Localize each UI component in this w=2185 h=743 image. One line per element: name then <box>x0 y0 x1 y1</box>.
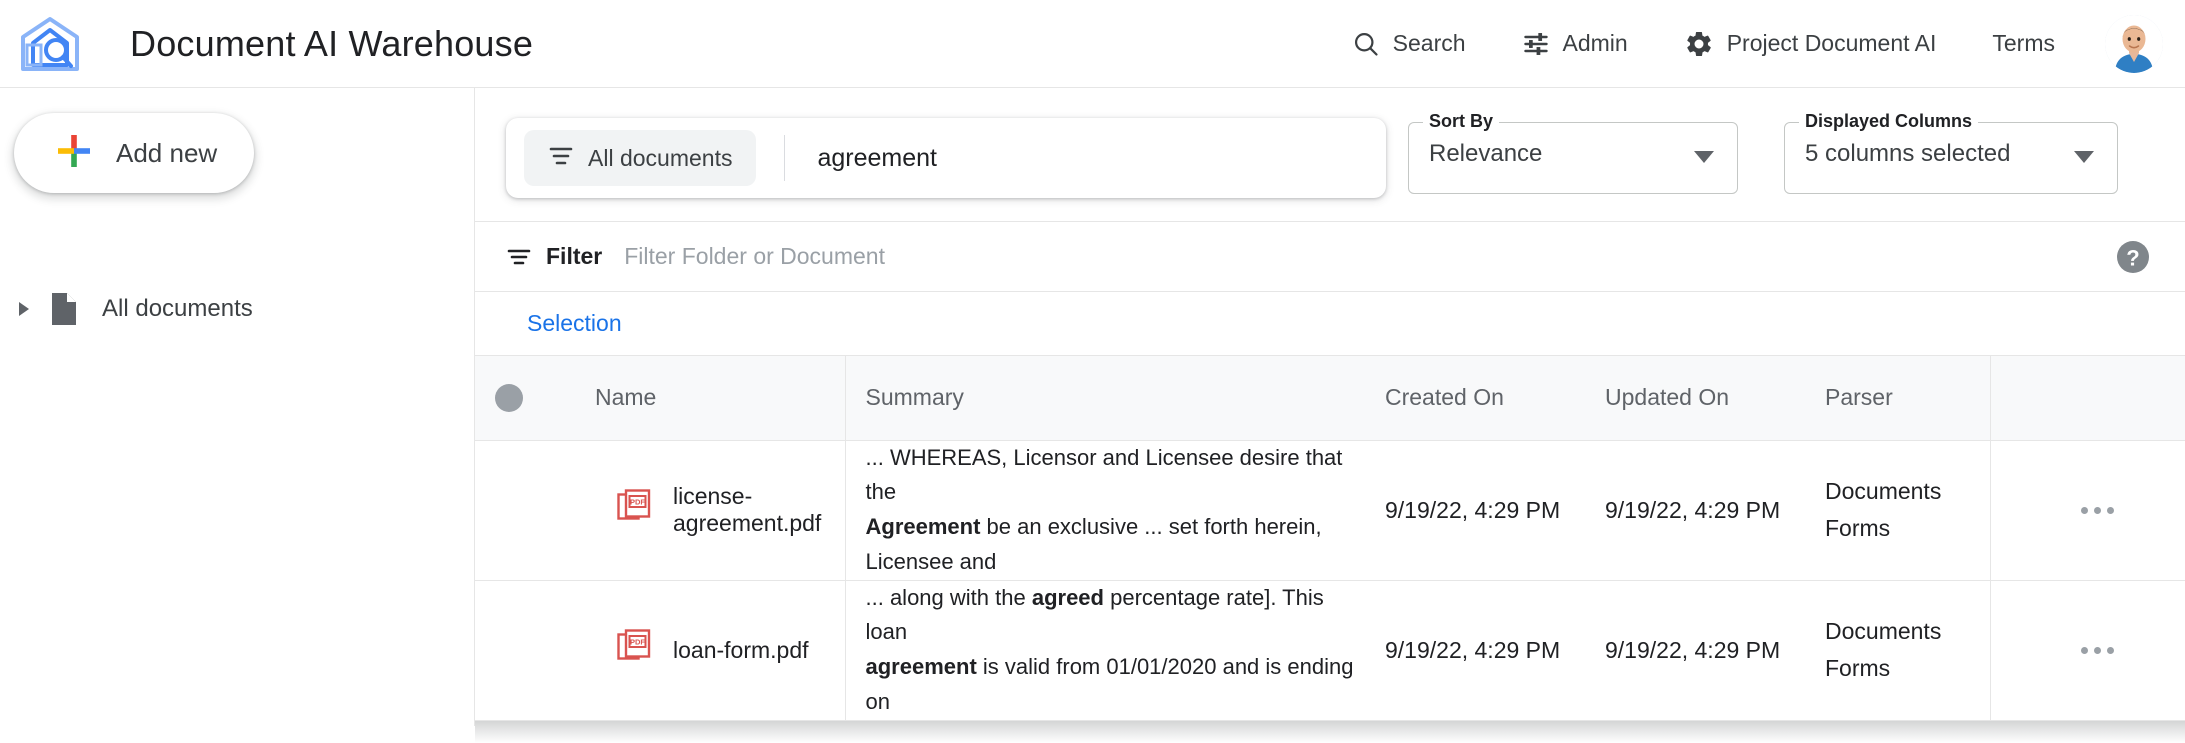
row-parser-cell: Documents Forms <box>1805 440 1990 580</box>
document-icon <box>50 292 78 326</box>
avatar[interactable] <box>2105 15 2163 73</box>
more-options-icon[interactable] <box>2011 507 2185 514</box>
row-parser-line-1: Documents <box>1825 613 1990 650</box>
sidebar-item-all-documents[interactable]: All documents <box>0 286 475 332</box>
row-summary-highlight-2: agreement <box>866 654 977 679</box>
search-bar[interactable]: All documents <box>506 118 1386 198</box>
main-content: All documents Sort By Relevance Displaye… <box>475 88 2185 726</box>
header-project-label: Project Document AI <box>1727 30 1937 57</box>
warehouse-search-logo-icon <box>18 12 82 76</box>
row-parser-line-1: Documents <box>1825 473 1990 510</box>
sort-by-value: Relevance <box>1429 140 1542 168</box>
header-admin-button[interactable]: Admin <box>1494 14 1656 74</box>
row-name-cell[interactable]: PDF loan-form.pdf <box>575 580 845 720</box>
header-search-label: Search <box>1393 30 1466 57</box>
sort-by-select[interactable]: Sort By Relevance <box>1408 122 1738 194</box>
select-all-radio[interactable] <box>495 384 523 412</box>
column-header-created-on[interactable]: Created On <box>1365 356 1585 440</box>
svg-text:?: ? <box>2126 246 2139 271</box>
pdf-file-icon: PDF <box>617 629 651 671</box>
search-scope-chip[interactable]: All documents <box>524 130 756 186</box>
table-row[interactable]: PDF license-agreement.pdf ... WHEREAS, L… <box>475 440 2185 580</box>
svg-text:PDF: PDF <box>630 498 645 507</box>
row-summary-cell: ... along with the agreed percentage rat… <box>845 580 1365 720</box>
table-body: PDF license-agreement.pdf ... WHEREAS, L… <box>475 440 2185 720</box>
column-header-parser[interactable]: Parser <box>1805 356 1990 440</box>
row-updated-on: 9/19/22, 4:29 PM <box>1585 580 1805 720</box>
google-plus-icon <box>54 131 94 176</box>
chevron-right-icon[interactable] <box>6 300 40 318</box>
row-summary-pre: ... along with the <box>866 585 1032 610</box>
displayed-columns-value: 5 columns selected <box>1805 140 2010 168</box>
row-summary-line-1: ... along with the agreed percentage rat… <box>866 581 1366 651</box>
row-parser-line-2: Forms <box>1825 650 1990 687</box>
column-header-summary[interactable]: Summary <box>845 356 1365 440</box>
row-select-cell[interactable] <box>475 440 575 580</box>
header-terms-button[interactable]: Terms <box>1964 14 2083 74</box>
filter-icon[interactable] <box>506 247 532 267</box>
table-header-row: Name Summary Created On Updated On Parse… <box>475 356 2185 440</box>
row-summary-line-1: ... WHEREAS, Licensor and Licensee desir… <box>866 441 1366 511</box>
add-new-button[interactable]: Add new <box>14 113 254 193</box>
header-actions: Search Admin Project Docu <box>1324 14 2185 74</box>
column-header-actions <box>1990 356 2185 440</box>
app-header: Document AI Warehouse Search Admin <box>0 0 2185 88</box>
tune-icon <box>1522 30 1550 58</box>
sidebar: Add new All documents <box>0 88 475 726</box>
svg-text:PDF: PDF <box>630 638 645 647</box>
filter-bar: Filter Filter Folder or Document ? <box>475 222 2185 292</box>
row-actions-cell <box>1990 440 2185 580</box>
documents-table-wrapper: Name Summary Created On Updated On Parse… <box>475 356 2185 721</box>
sort-by-label: Sort By <box>1423 111 1499 132</box>
tab-selection[interactable]: Selection <box>527 310 622 337</box>
more-options-icon[interactable] <box>2011 647 2185 654</box>
documents-table: Name Summary Created On Updated On Parse… <box>475 356 2185 721</box>
select-all-header <box>475 356 575 440</box>
row-created-on: 9/19/22, 4:29 PM <box>1365 440 1585 580</box>
filter-input[interactable]: Filter Folder or Document <box>624 243 885 270</box>
table-bottom-shadow <box>475 721 2185 743</box>
row-name-cell[interactable]: PDF license-agreement.pdf <box>575 440 845 580</box>
column-header-name[interactable]: Name <box>575 356 845 440</box>
search-scope-label: All documents <box>588 145 732 172</box>
search-icon <box>1352 30 1380 58</box>
row-created-on: 9/19/22, 4:29 PM <box>1365 580 1585 720</box>
search-input[interactable] <box>815 128 1386 188</box>
displayed-columns-select[interactable]: Displayed Columns 5 columns selected <box>1784 122 2118 194</box>
filter-list-icon <box>548 145 574 172</box>
row-updated-on: 9/19/22, 4:29 PM <box>1585 440 1805 580</box>
page-title: Document AI Warehouse <box>130 23 533 65</box>
row-parser-line-2: Forms <box>1825 510 1990 547</box>
row-summary-line-2: Agreement be an exclusive ... set forth … <box>866 510 1366 580</box>
chevron-down-icon[interactable] <box>1693 149 1715 170</box>
search-divider <box>784 135 785 181</box>
header-admin-label: Admin <box>1563 30 1628 57</box>
header-project-button[interactable]: Project Document AI <box>1656 14 1965 74</box>
row-summary-highlight: agreed <box>1032 585 1104 610</box>
add-new-label: Add new <box>116 138 217 169</box>
help-icon[interactable]: ? <box>2113 237 2153 282</box>
header-terms-label: Terms <box>1992 30 2055 57</box>
row-select-cell[interactable] <box>475 580 575 720</box>
row-parser-cell: Documents Forms <box>1805 580 1990 720</box>
row-file-name: loan-form.pdf <box>673 637 809 664</box>
chevron-down-icon[interactable] <box>2073 149 2095 170</box>
row-summary-cell: ... WHEREAS, Licensor and Licensee desir… <box>845 440 1365 580</box>
row-summary-line-2: agreement is valid from 01/01/2020 and i… <box>866 650 1366 720</box>
row-file-name: license-agreement.pdf <box>673 483 845 537</box>
table-row[interactable]: PDF loan-form.pdf ... along with the agr… <box>475 580 2185 720</box>
sidebar-item-label: All documents <box>102 295 253 323</box>
tab-bar: Selection <box>475 292 2185 356</box>
search-toolbar: All documents Sort By Relevance Displaye… <box>475 88 2185 222</box>
header-search-button[interactable]: Search <box>1324 14 1494 74</box>
pdf-file-icon: PDF <box>617 489 651 531</box>
column-header-updated-on[interactable]: Updated On <box>1585 356 1805 440</box>
row-actions-cell <box>1990 580 2185 720</box>
gear-icon <box>1684 29 1714 59</box>
displayed-columns-label: Displayed Columns <box>1799 111 1978 132</box>
filter-label: Filter <box>546 243 602 270</box>
brand: Document AI Warehouse <box>0 12 533 76</box>
row-summary-highlight: Agreement <box>866 514 981 539</box>
